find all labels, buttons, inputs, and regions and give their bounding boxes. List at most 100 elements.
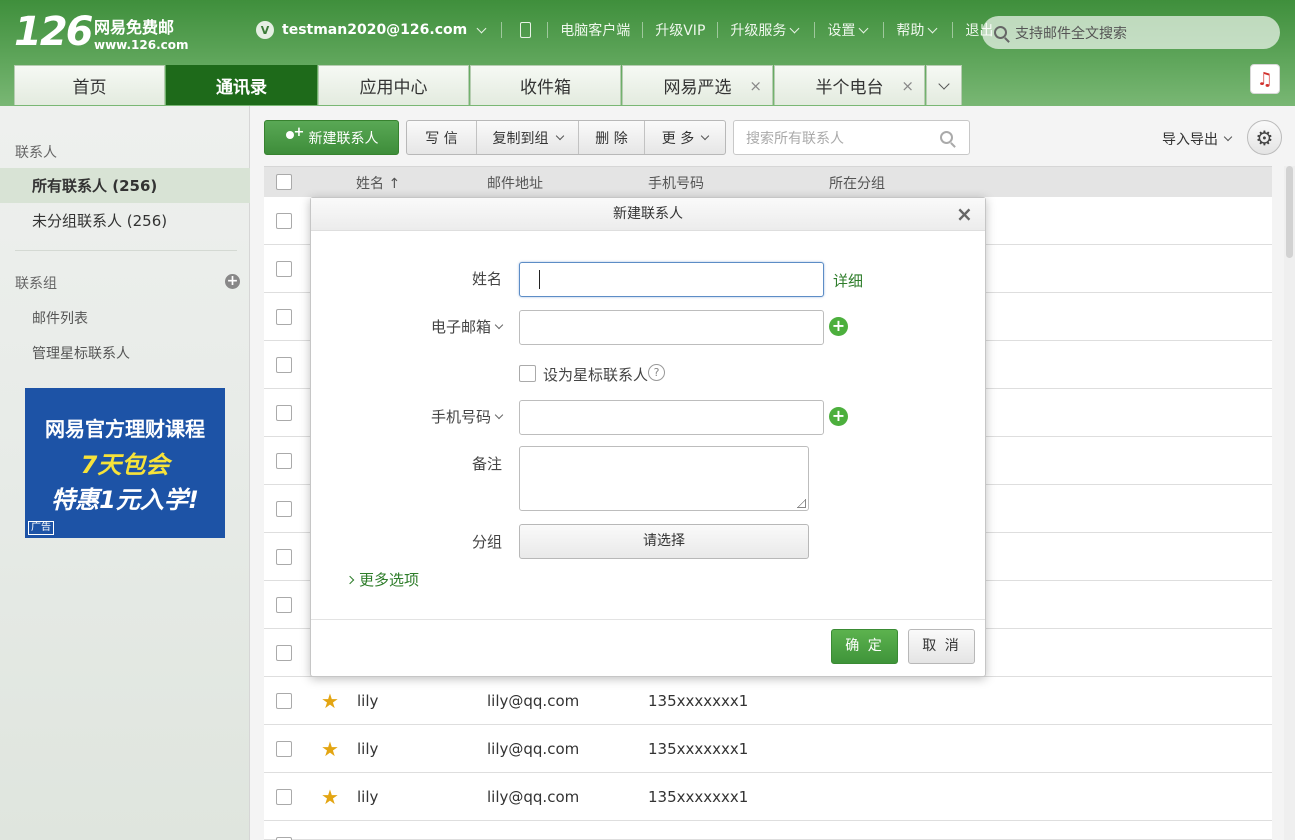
- close-icon[interactable]: ×: [749, 77, 762, 95]
- add-email-icon[interactable]: +: [829, 317, 848, 336]
- tab-contacts[interactable]: 通讯录: [166, 65, 317, 105]
- mobile-phone-icon[interactable]: [520, 22, 532, 38]
- contact-email[interactable]: lily@qq.com: [487, 692, 579, 710]
- more-options-label: 更多选项: [359, 571, 420, 589]
- account-email[interactable]: testman2020@126.com: [282, 22, 467, 38]
- column-name[interactable]: 姓名 ↑: [356, 173, 400, 193]
- import-export-button[interactable]: 导入导出: [1162, 129, 1233, 149]
- copy-to-group-button[interactable]: 复制到组: [477, 121, 579, 154]
- row-checkbox[interactable]: [276, 789, 292, 805]
- sidebar-item-all-contacts[interactable]: 所有联系人 (256): [0, 168, 250, 203]
- nav-divider: [717, 22, 719, 38]
- close-icon[interactable]: ×: [956, 202, 973, 226]
- write-mail-button[interactable]: 写 信: [407, 121, 477, 154]
- sidebar-item-ungrouped[interactable]: 未分组联系人 (256): [0, 203, 250, 238]
- star-icon[interactable]: ★: [321, 689, 339, 713]
- sidebar-item-manage-starred[interactable]: 管理星标联系人: [32, 343, 130, 363]
- row-checkbox[interactable]: [276, 405, 292, 421]
- nav-upgrade-vip[interactable]: 升级VIP: [655, 20, 705, 40]
- row-checkbox[interactable]: [276, 357, 292, 373]
- nav-desktop-client[interactable]: 电脑客户端: [560, 20, 630, 40]
- more-options-link[interactable]: 更多选项: [345, 569, 420, 590]
- nav-help[interactable]: 帮助: [896, 20, 924, 40]
- gear-icon[interactable]: ⚙: [1247, 120, 1282, 155]
- scrollbar[interactable]: [1284, 166, 1295, 840]
- star-icon[interactable]: ★: [321, 737, 339, 761]
- phone-type-select[interactable]: 手机号码: [431, 406, 504, 427]
- row-checkbox[interactable]: [276, 693, 292, 709]
- sidebar-item-mailing-list[interactable]: 邮件列表: [32, 308, 88, 328]
- name-input[interactable]: [519, 262, 824, 297]
- account-chevron-down-icon[interactable]: [476, 23, 487, 33]
- scrollbar-thumb[interactable]: [1286, 166, 1293, 258]
- tab-app-center[interactable]: 应用中心: [318, 65, 469, 105]
- mail-search-input[interactable]: 支持邮件全文搜索: [982, 16, 1280, 49]
- contact-search-input[interactable]: 搜索所有联系人: [733, 120, 970, 155]
- confirm-button[interactable]: 确 定: [831, 629, 898, 664]
- nav-upgrade-service[interactable]: 升级服务: [730, 20, 786, 40]
- add-group-icon[interactable]: +: [225, 274, 240, 289]
- add-phone-icon[interactable]: +: [829, 407, 848, 426]
- table-row[interactable]: ★ lily lily@qq.com 135xxxxxxx1: [264, 677, 1272, 725]
- close-icon[interactable]: ×: [901, 77, 914, 95]
- phone-field[interactable]: [519, 400, 824, 435]
- email-label: 电子邮箱: [431, 318, 492, 336]
- sidebar-item-label: 所有联系人 (256): [32, 177, 158, 195]
- groups-heading: 联系组: [15, 276, 57, 292]
- email-type-select[interactable]: 电子邮箱: [431, 316, 504, 337]
- contact-email[interactable]: lily@qq.com: [487, 740, 579, 758]
- contact-name[interactable]: lily: [357, 692, 378, 710]
- table-row[interactable]: [264, 821, 1272, 840]
- new-contact-button[interactable]: 新建联系人: [264, 120, 399, 155]
- row-checkbox[interactable]: [276, 501, 292, 517]
- resize-handle-icon[interactable]: [797, 499, 806, 508]
- row-checkbox[interactable]: [276, 741, 292, 757]
- ad-line-2: 7天包会: [80, 451, 170, 479]
- star-contact-checkbox[interactable]: [519, 365, 536, 382]
- group-select-button[interactable]: 请选择: [519, 524, 809, 559]
- ad-line-1: 网易官方理财课程: [45, 417, 205, 441]
- row-checkbox[interactable]: [276, 597, 292, 613]
- tab-label: 半个电台: [815, 78, 884, 98]
- tab-radio[interactable]: 半个电台 ×: [774, 65, 925, 105]
- more-button[interactable]: 更 多: [645, 121, 725, 154]
- select-all-checkbox[interactable]: [276, 174, 292, 190]
- contact-name[interactable]: lily: [357, 788, 378, 806]
- cancel-button[interactable]: 取 消: [908, 629, 975, 664]
- top-nav: V testman2020@126.com 电脑客户端 升级VIP 升级服务 设…: [256, 18, 993, 42]
- nav-settings[interactable]: 设置: [827, 20, 855, 40]
- tab-home[interactable]: 首页: [14, 65, 165, 105]
- row-checkbox[interactable]: [276, 213, 292, 229]
- table-row[interactable]: ★ lily lily@qq.com 135xxxxxxx1: [264, 725, 1272, 773]
- detail-link[interactable]: 详细: [833, 270, 863, 291]
- search-icon[interactable]: [940, 131, 953, 144]
- note-textarea[interactable]: [519, 446, 809, 511]
- contact-name[interactable]: lily: [357, 740, 378, 758]
- new-contact-dialog: 新建联系人 × 姓名 详细 电子邮箱 + 设为星标联系人 ? 手机号码 + 备注…: [310, 197, 986, 677]
- row-checkbox[interactable]: [276, 261, 292, 277]
- column-group: 所在分组: [829, 176, 885, 192]
- contact-email[interactable]: lily@qq.com: [487, 788, 579, 806]
- star-icon[interactable]: ★: [321, 785, 339, 809]
- row-checkbox[interactable]: [276, 309, 292, 325]
- mail-search-placeholder: 支持邮件全文搜索: [1015, 25, 1127, 42]
- tab-more-button[interactable]: [926, 65, 962, 105]
- music-note-icon[interactable]: ♫: [1250, 64, 1280, 94]
- delete-button[interactable]: 删 除: [579, 121, 645, 154]
- tab-inbox[interactable]: 收件箱: [470, 65, 621, 105]
- row-checkbox[interactable]: [276, 453, 292, 469]
- ad-line-3: 特惠1元入学!: [51, 486, 199, 514]
- vip-badge-icon[interactable]: V: [256, 21, 274, 39]
- add-user-icon: [285, 125, 304, 145]
- row-checkbox[interactable]: [276, 549, 292, 565]
- chevron-down-icon: [938, 77, 950, 90]
- ad-banner[interactable]: 网易官方理财课程 7天包会 特惠1元入学! 广告: [25, 388, 225, 538]
- header: 126 网易免费邮 www.126.com V testman2020@126.…: [0, 0, 1295, 106]
- button-label: 删 除: [595, 130, 628, 147]
- row-checkbox[interactable]: [276, 645, 292, 661]
- table-row[interactable]: ★ lily lily@qq.com 135xxxxxxx1: [264, 773, 1272, 821]
- tab-yanxuan[interactable]: 网易严选 ×: [622, 65, 773, 105]
- help-icon[interactable]: ?: [648, 364, 665, 381]
- nav-divider: [883, 22, 885, 38]
- email-field[interactable]: [519, 310, 824, 345]
